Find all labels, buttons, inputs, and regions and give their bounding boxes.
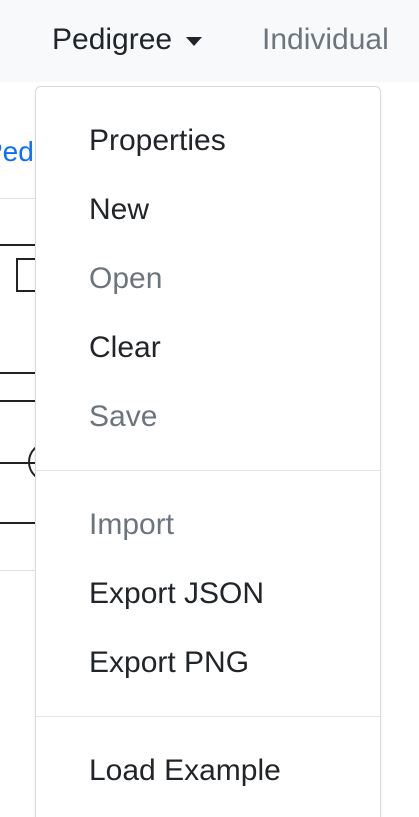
menu-item-export-json[interactable]: Export JSON <box>36 564 380 624</box>
menu-item-label: Open <box>89 262 163 295</box>
background-divider <box>0 570 36 571</box>
pedigree-line <box>0 462 36 464</box>
pedigree-menu-toggle[interactable]: Pedigree <box>52 18 203 62</box>
app-page: Pedigree Individual Pedig Properties New… <box>0 0 419 817</box>
menu-item-load-example[interactable]: Load Example <box>36 741 380 801</box>
background-divider <box>0 198 36 199</box>
individual-menu-label: Individual <box>262 23 389 56</box>
menu-item-label: Export PNG <box>89 646 250 679</box>
menu-item-label: New <box>89 193 150 226</box>
menu-item-label: Save <box>89 400 158 433</box>
caret-down-icon <box>186 36 203 46</box>
menu-item-open: Open <box>36 249 380 309</box>
menu-divider <box>36 716 380 717</box>
pedigree-line <box>0 244 36 246</box>
individual-menu-toggle[interactable]: Individual <box>262 18 389 62</box>
menu-item-import: Import <box>36 495 380 555</box>
background-tab-link-text: Pedig <box>0 136 36 167</box>
menu-divider <box>36 470 380 471</box>
top-navbar: Pedigree Individual <box>0 0 419 82</box>
pedigree-menu-label: Pedigree <box>52 23 173 56</box>
menu-item-label: Clear <box>89 331 161 364</box>
menu-item-save: Save <box>36 387 380 447</box>
menu-item-label: Properties <box>89 124 226 157</box>
menu-item-clear[interactable]: Clear <box>36 318 380 378</box>
pedigree-line <box>0 400 36 402</box>
background-tab-link[interactable]: Pedig <box>0 136 36 176</box>
pedigree-line <box>0 372 36 374</box>
menu-item-export-png[interactable]: Export PNG <box>36 633 380 693</box>
pedigree-dropdown-menu: Properties New Open Clear Save Import Ex… <box>35 86 381 817</box>
menu-item-label: Load Example <box>89 754 281 787</box>
menu-item-label: Import <box>89 508 175 541</box>
menu-item-properties[interactable]: Properties <box>36 111 380 171</box>
menu-item-new[interactable]: New <box>36 180 380 240</box>
menu-item-label: Export JSON <box>89 577 265 610</box>
pedigree-line <box>0 522 36 524</box>
